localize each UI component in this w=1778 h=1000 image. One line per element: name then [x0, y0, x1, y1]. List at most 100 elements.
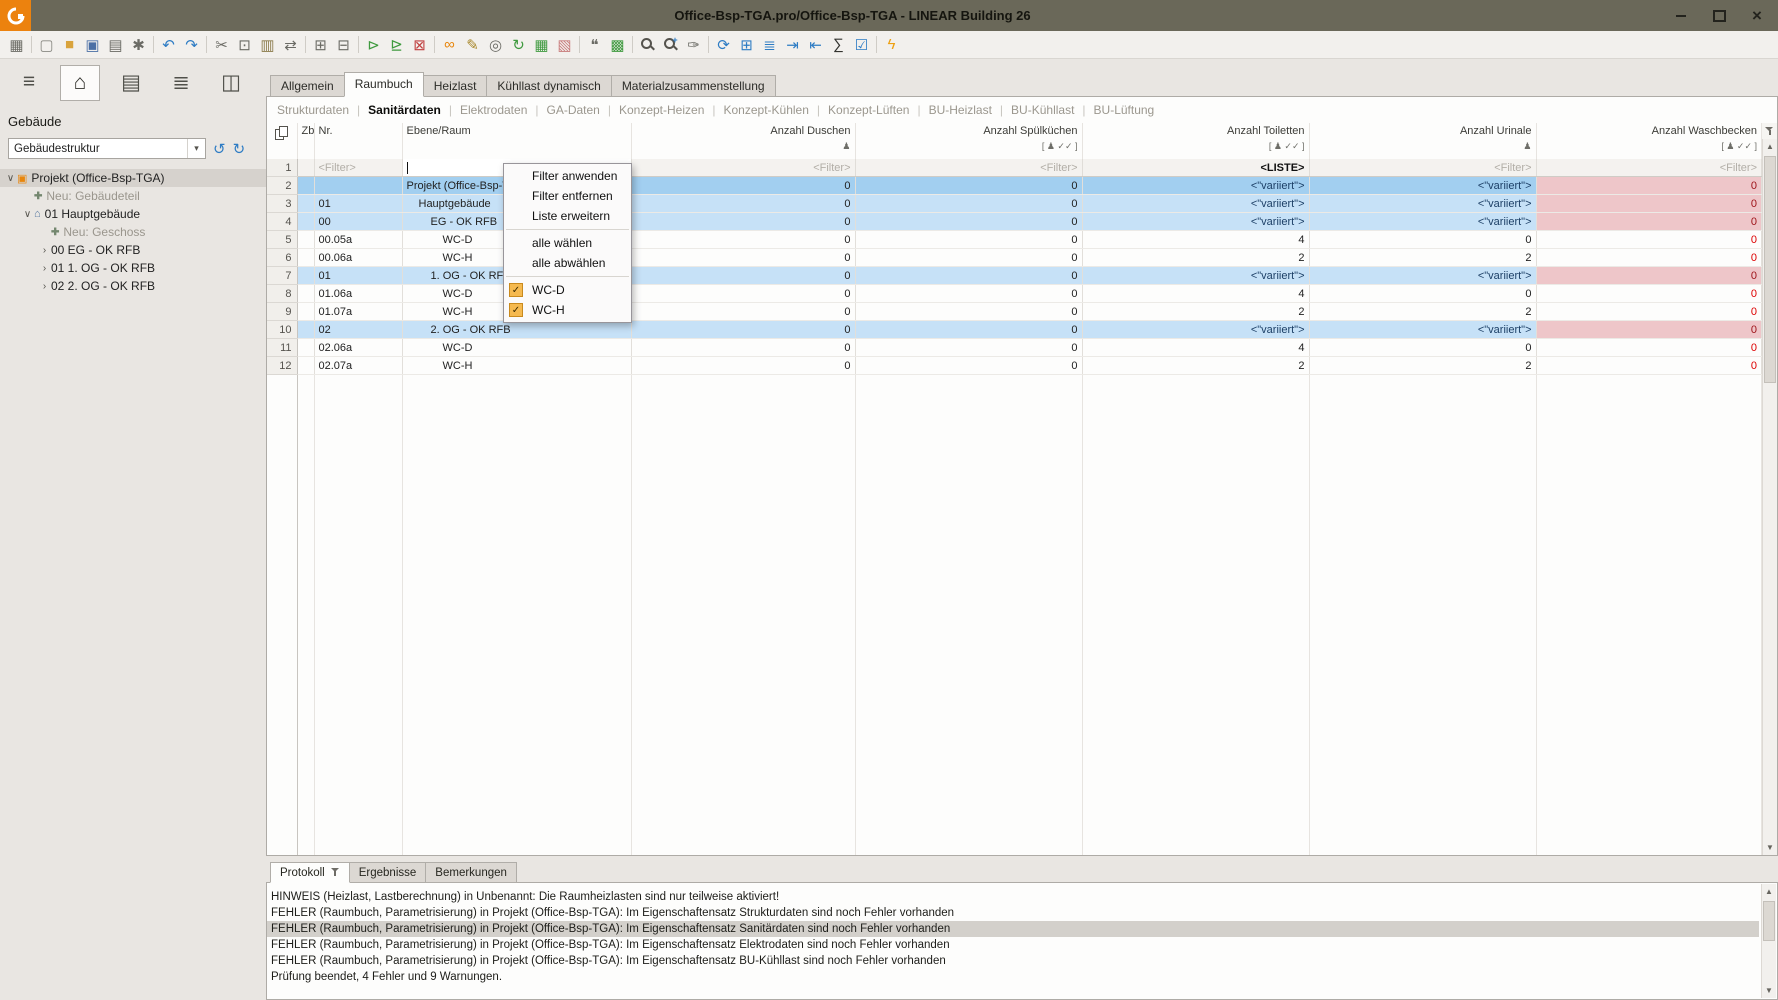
cell-anzahl-spuelkuechen[interactable]: 0	[855, 320, 1083, 339]
cell-nr[interactable]	[314, 176, 403, 195]
cell-anzahl-urinale[interactable]: <"variiert">	[1309, 212, 1537, 231]
subtab-strukturdaten[interactable]: Strukturdaten	[277, 103, 349, 117]
tree-item-02-2-og-ok-rfb[interactable]: › 02 2. OG - OK RFB	[0, 277, 266, 295]
filter-cell-toiletten[interactable]: <LISTE>	[1082, 159, 1310, 177]
structure-dropdown[interactable]: Gebäudestruktur ▾	[8, 138, 206, 159]
copy-icon[interactable]: ⊡	[233, 34, 256, 55]
cell-anzahl-toiletten[interactable]: 4	[1082, 338, 1310, 357]
minimize-button[interactable]	[1674, 9, 1688, 23]
building-view-icon[interactable]: ⌂	[60, 65, 100, 101]
sync-back-icon[interactable]: ↺	[213, 140, 226, 158]
menu-item-wc-d[interactable]: ✓ WC-D	[504, 280, 631, 300]
cell-anzahl-waschbecken[interactable]: 0	[1536, 212, 1762, 231]
cell-anzahl-urinale[interactable]: <"variiert">	[1309, 194, 1537, 213]
cell-zb[interactable]	[297, 356, 315, 375]
tab-allgemein[interactable]: Allgemein	[270, 75, 345, 97]
column-header-raum[interactable]: Ebene/Raum	[402, 123, 632, 159]
subtab-sanitärdaten[interactable]: Sanitärdaten	[368, 103, 441, 117]
subtab-bu-lüftung[interactable]: BU-Lüftung	[1094, 103, 1155, 117]
menu-item-alle-abwählen[interactable]: alle abwählen	[504, 253, 631, 273]
open-folder-icon[interactable]: ■	[58, 34, 81, 55]
menu-item-wc-h[interactable]: ✓ WC-H	[504, 300, 631, 320]
tab-ergebnisse[interactable]: Ergebnisse	[348, 862, 427, 883]
menu-item-alle-wählen[interactable]: alle wählen	[504, 233, 631, 253]
swap-icon[interactable]: ⇄	[279, 34, 302, 55]
cell-anzahl-spuelkuechen[interactable]: 0	[855, 194, 1083, 213]
expand-arrow-icon[interactable]: ›	[38, 281, 51, 292]
sum-icon[interactable]: ∑	[827, 34, 850, 55]
cell-nr[interactable]: 01.06a	[314, 284, 403, 303]
cell-nr[interactable]: 01	[314, 194, 403, 213]
cell-zb[interactable]	[297, 212, 315, 231]
tab-materialzusammenstellung[interactable]: Materialzusammenstellung	[610, 75, 776, 97]
cut-icon[interactable]: ✂	[210, 34, 233, 55]
cell-anzahl-urinale[interactable]: 0	[1309, 284, 1537, 303]
cell-anzahl-duschen[interactable]: 0	[631, 212, 856, 231]
cell-zb[interactable]	[297, 284, 315, 303]
cell-anzahl-duschen[interactable]: 0	[631, 176, 856, 195]
refresh-icon[interactable]: ↻	[507, 34, 530, 55]
tab-kühllast-dynamisch[interactable]: Kühllast dynamisch	[486, 75, 612, 97]
filter-cell-urinale[interactable]: <Filter>	[1309, 159, 1537, 177]
cell-anzahl-waschbecken[interactable]: 0	[1536, 230, 1762, 249]
paste-icon[interactable]: ▥	[256, 34, 279, 55]
table-excel-icon[interactable]: ▦	[530, 34, 553, 55]
cell-anzahl-toiletten[interactable]: <"variiert">	[1082, 266, 1310, 285]
cell-anzahl-spuelkuechen[interactable]: 0	[855, 338, 1083, 357]
tree-item-00-eg-ok-rfb[interactable]: › 00 EG - OK RFB	[0, 241, 266, 259]
print-icon[interactable]: ▤	[104, 34, 127, 55]
cell-zb[interactable]	[297, 302, 315, 321]
table-row[interactable]: 3 01 Hauptgebäude 0 0 <"variiert"> <"variiert"…	[267, 194, 1762, 213]
cell-anzahl-toiletten[interactable]: <"variiert">	[1082, 194, 1310, 213]
cell-anzahl-toiletten[interactable]: 4	[1082, 284, 1310, 303]
cell-zb[interactable]	[297, 176, 315, 195]
filter-cell-spuelkuechen[interactable]: <Filter>	[855, 159, 1083, 177]
refresh-view-icon[interactable]: ⟳	[712, 34, 735, 55]
new-document-icon[interactable]: ▢	[35, 34, 58, 55]
table-row[interactable]: 9 01.07a WC-H 0 0 2 2 0	[267, 302, 1762, 321]
collapse-arrow-icon[interactable]: ∨	[21, 209, 34, 220]
cell-anzahl-toiletten[interactable]: 2	[1082, 248, 1310, 267]
filter-cell-nr[interactable]: <Filter>	[314, 159, 403, 177]
cell-anzahl-duschen[interactable]: 0	[631, 320, 856, 339]
column-header-duschen[interactable]: Anzahl Duschen ♟	[631, 123, 856, 159]
zoom-selection-icon[interactable]: +	[659, 34, 682, 55]
settings-gear-icon[interactable]: ✱	[127, 34, 150, 55]
cell-nr[interactable]: 01	[314, 266, 403, 285]
color-picker-icon[interactable]: ✑	[682, 34, 705, 55]
tree-item-neu-geschoss[interactable]: ✚ Neu: Geschoss	[0, 223, 266, 241]
scroll-thumb[interactable]	[1764, 156, 1776, 383]
import-data-icon[interactable]: ⇤	[804, 34, 827, 55]
maximize-button[interactable]	[1712, 9, 1726, 23]
export-data-icon[interactable]: ⇥	[781, 34, 804, 55]
cell-anzahl-duschen[interactable]: 0	[631, 356, 856, 375]
tree-item-01-hauptgebäude[interactable]: ∨ ⌂ 01 Hauptgebäude	[0, 205, 266, 223]
column-header-toiletten[interactable]: Anzahl Toiletten [ ♟ ✓✓ ]	[1082, 123, 1310, 159]
menu-item-liste-erweitern[interactable]: Liste erweitern	[504, 206, 631, 226]
cell-anzahl-duschen[interactable]: 0	[631, 266, 856, 285]
screen-check-icon[interactable]: ☑	[850, 34, 873, 55]
subtab-konzept-heizen[interactable]: Konzept-Heizen	[619, 103, 704, 117]
cell-anzahl-duschen[interactable]: 0	[631, 248, 856, 267]
cell-ebene-raum[interactable]: WC-H	[402, 356, 632, 375]
cell-anzahl-waschbecken[interactable]: 0	[1536, 338, 1762, 357]
cell-anzahl-waschbecken[interactable]: 0	[1536, 320, 1762, 339]
cell-anzahl-spuelkuechen[interactable]: 0	[855, 212, 1083, 231]
menu-item-filter-entfernen[interactable]: Filter entfernen	[504, 186, 631, 206]
cell-anzahl-duschen[interactable]: 0	[631, 338, 856, 357]
cell-zb[interactable]	[297, 320, 315, 339]
column-header-nr[interactable]: Nr.	[314, 123, 403, 159]
table-row[interactable]: 4 00 EG - OK RFB 0 0 <"variiert"> <"variiert">…	[267, 212, 1762, 231]
cell-nr[interactable]: 02.06a	[314, 338, 403, 357]
column-header-urinale[interactable]: Anzahl Urinale ♟	[1309, 123, 1537, 159]
cell-nr[interactable]: 00.06a	[314, 248, 403, 267]
cell-anzahl-spuelkuechen[interactable]: 0	[855, 284, 1083, 303]
log-scroll-up-icon[interactable]	[1762, 884, 1776, 899]
cell-nr[interactable]: 02	[314, 320, 403, 339]
cell-anzahl-spuelkuechen[interactable]: 0	[855, 356, 1083, 375]
tree-item-projekt-office-bsp-tga[interactable]: ∨ ▣ Projekt (Office-Bsp-TGA)	[0, 169, 266, 187]
database-view-icon[interactable]: ≣	[162, 65, 200, 99]
table-row[interactable]: 10 02 2. OG - OK RFB 0 0 <"variiert"> <"variie…	[267, 320, 1762, 339]
cell-anzahl-spuelkuechen[interactable]: 0	[855, 248, 1083, 267]
menu-icon[interactable]: ≡	[10, 65, 48, 99]
